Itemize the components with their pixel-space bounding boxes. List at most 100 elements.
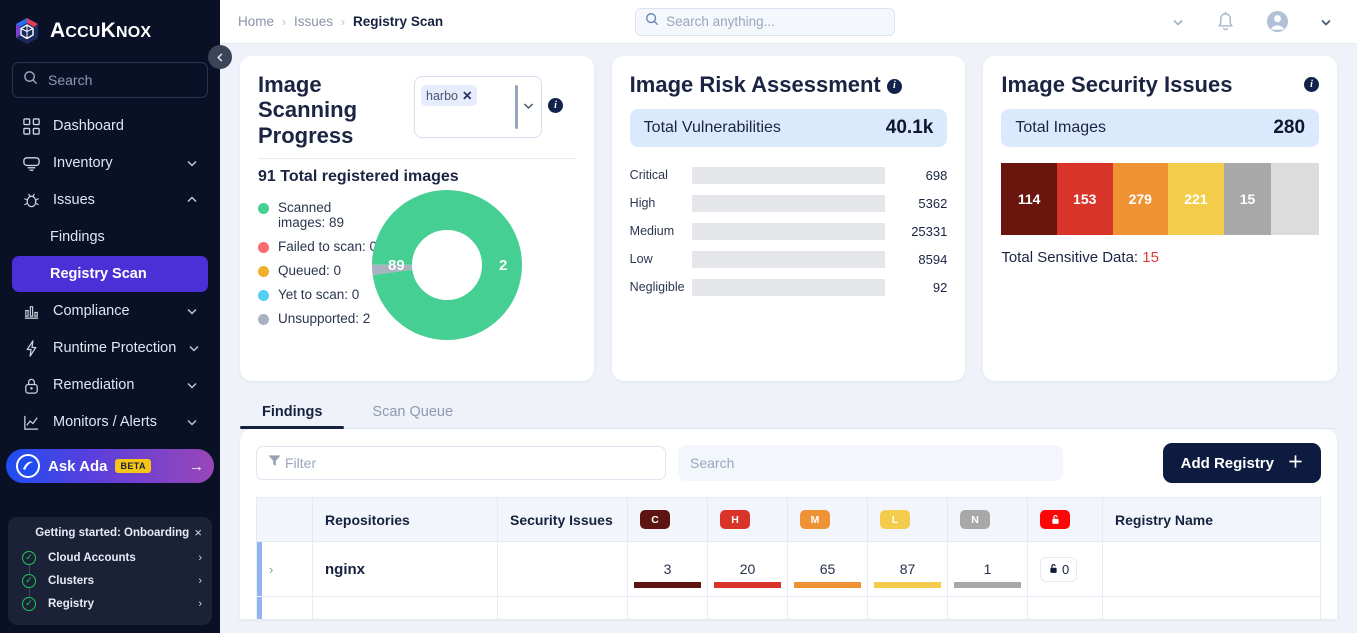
- filter-field[interactable]: [256, 446, 666, 480]
- security-card-header: Image Security Issues i: [1001, 72, 1320, 97]
- scanning-body: Scanned images: 89 Failed to scan: 0 Que…: [258, 189, 576, 340]
- cell-expander[interactable]: [256, 596, 313, 619]
- col-repositories[interactable]: Repositories: [312, 497, 498, 542]
- ask-ada-button[interactable]: Ask Ada BETA →: [6, 449, 214, 483]
- close-icon[interactable]: ×: [194, 526, 202, 539]
- onboarding-step-registry[interactable]: ✓ Registry ›: [22, 592, 202, 615]
- sidebar-label-inventory: Inventory: [53, 155, 113, 171]
- global-search-input[interactable]: [666, 14, 886, 29]
- legend-label-scanned: Scanned images: 89: [278, 199, 345, 230]
- col-security-issues[interactable]: Security Issues: [497, 497, 628, 542]
- risk-value-high: 5362: [918, 195, 948, 211]
- table-search-input[interactable]: [690, 455, 1051, 471]
- low-count: 87: [899, 561, 916, 577]
- info-icon[interactable]: i: [1304, 77, 1320, 93]
- low-bar: [874, 582, 941, 588]
- inventory-icon: [22, 154, 41, 173]
- sidebar-item-inventory[interactable]: Inventory: [12, 145, 208, 181]
- chevron-right-icon[interactable]: ›: [198, 575, 202, 587]
- sidebar-item-findings[interactable]: Findings: [12, 219, 208, 255]
- col-registry-name[interactable]: Registry Name: [1102, 497, 1321, 542]
- sidebar-item-issues[interactable]: Issues: [12, 182, 208, 218]
- tab-scan-queue-label: Scan Queue: [372, 404, 454, 420]
- sidebar-search[interactable]: [12, 62, 208, 98]
- chevron-down-icon[interactable]: [186, 305, 198, 317]
- arrow-right-icon[interactable]: →: [189, 458, 204, 475]
- sidebar-item-remediation[interactable]: Remediation: [12, 367, 208, 403]
- table-search-field[interactable]: [678, 445, 1063, 481]
- sensitive-count: 0: [1062, 561, 1070, 577]
- legend-label-unsupported: Unsupported: 2: [278, 310, 371, 326]
- col-low[interactable]: L: [867, 497, 948, 542]
- total-images-value: 280: [1273, 117, 1306, 139]
- col-negligible[interactable]: N: [947, 497, 1028, 542]
- chevron-up-icon[interactable]: [186, 194, 198, 206]
- chevron-down-icon[interactable]: [186, 379, 198, 391]
- bell-icon[interactable]: [1215, 11, 1236, 32]
- tab-scan-queue[interactable]: Scan Queue: [350, 395, 475, 428]
- chevron-right-icon[interactable]: ›: [198, 552, 202, 564]
- total-vulnerabilities-value: 40.1k: [885, 117, 934, 139]
- filter-input[interactable]: [285, 455, 655, 471]
- onboarding-step-cloud-accounts[interactable]: ✓ Cloud Accounts ›: [22, 546, 202, 569]
- summary-cards: Image Scanning Progress harbo ✕ i 91 Tot…: [240, 56, 1338, 381]
- info-icon[interactable]: i: [548, 98, 563, 113]
- chevron-down-icon[interactable]: [1319, 15, 1333, 29]
- check-circle-icon: ✓: [22, 573, 36, 588]
- registry-tag[interactable]: harbo ✕: [421, 85, 478, 106]
- cell-repository: nginx: [312, 541, 498, 597]
- sidebar-search-input[interactable]: [48, 72, 197, 88]
- sidebar-item-compliance[interactable]: Compliance: [12, 293, 208, 329]
- lock-icon: [22, 376, 41, 395]
- breadcrumb-issues[interactable]: Issues: [294, 14, 333, 29]
- risk-row-negligible: Negligible 92: [629, 273, 947, 301]
- ada-logo-icon: [16, 454, 40, 478]
- grid-icon: [22, 117, 41, 136]
- table-row[interactable]: › nginx 3 20 65 87 1 0: [256, 541, 1321, 597]
- chevron-down-icon[interactable]: [1171, 15, 1185, 29]
- sidebar-item-monitors-alerts[interactable]: Monitors / Alerts: [12, 404, 208, 440]
- sidebar-item-runtime-protection[interactable]: Runtime Protection: [12, 330, 208, 366]
- onboarding-step-clusters[interactable]: ✓ Clusters ›: [22, 569, 202, 592]
- chevron-down-icon[interactable]: [186, 416, 198, 428]
- sidebar-label-registry-scan: Registry Scan: [50, 266, 147, 282]
- add-registry-button[interactable]: Add Registry: [1162, 443, 1321, 483]
- cell-expander[interactable]: ›: [256, 541, 313, 597]
- findings-table: Repositories Security Issues C H M L N R…: [256, 497, 1321, 619]
- chevron-right-icon[interactable]: ›: [198, 598, 202, 610]
- sidebar-item-dashboard[interactable]: Dashboard: [12, 108, 208, 144]
- check-circle-icon: ✓: [22, 550, 36, 565]
- cell-security-issues: [497, 596, 628, 619]
- expand-row-icon[interactable]: ›: [269, 562, 273, 577]
- tab-findings[interactable]: Findings: [240, 395, 345, 429]
- info-icon[interactable]: i: [886, 78, 902, 94]
- global-search[interactable]: [635, 7, 896, 36]
- registry-multiselect[interactable]: harbo ✕: [414, 76, 542, 138]
- sidebar-collapse-button[interactable]: [208, 45, 232, 69]
- chevron-down-icon[interactable]: [186, 157, 198, 169]
- legend-label-queued: Queued: 0: [278, 262, 342, 278]
- remove-tag-icon[interactable]: ✕: [462, 88, 472, 103]
- risk-label-critical: Critical: [629, 168, 668, 183]
- breadcrumb-home[interactable]: Home: [238, 14, 274, 29]
- risk-severity-bars: Critical 698 High 5362 Medium 25331 Low …: [629, 161, 948, 301]
- table-row[interactable]: [256, 596, 1321, 619]
- col-medium[interactable]: M: [787, 497, 868, 542]
- col-sensitive-data[interactable]: [1027, 497, 1103, 542]
- user-avatar-icon[interactable]: [1266, 10, 1289, 33]
- app-root: ACCUKNOX Dashboard Inventory: [0, 0, 1357, 633]
- risk-value-critical: 698: [925, 167, 948, 183]
- sidebar: ACCUKNOX Dashboard Inventory: [0, 0, 220, 633]
- col-high[interactable]: H: [707, 497, 788, 542]
- sensitive-data-pill[interactable]: 0: [1040, 556, 1078, 582]
- chevron-down-icon[interactable]: [522, 99, 535, 115]
- sidebar-item-registry-scan[interactable]: Registry Scan: [12, 256, 208, 292]
- cell-registry-name: [1102, 596, 1321, 619]
- unlock-icon: [1048, 562, 1059, 577]
- legend-item: Unsupported: 2: [258, 311, 378, 326]
- risk-label-negligible: Negligible: [629, 280, 685, 295]
- col-critical[interactable]: C: [627, 497, 708, 542]
- risk-row-critical: Critical 698: [629, 161, 948, 189]
- chevron-down-icon[interactable]: [188, 342, 200, 354]
- segment-label-medium: 279: [1128, 191, 1152, 208]
